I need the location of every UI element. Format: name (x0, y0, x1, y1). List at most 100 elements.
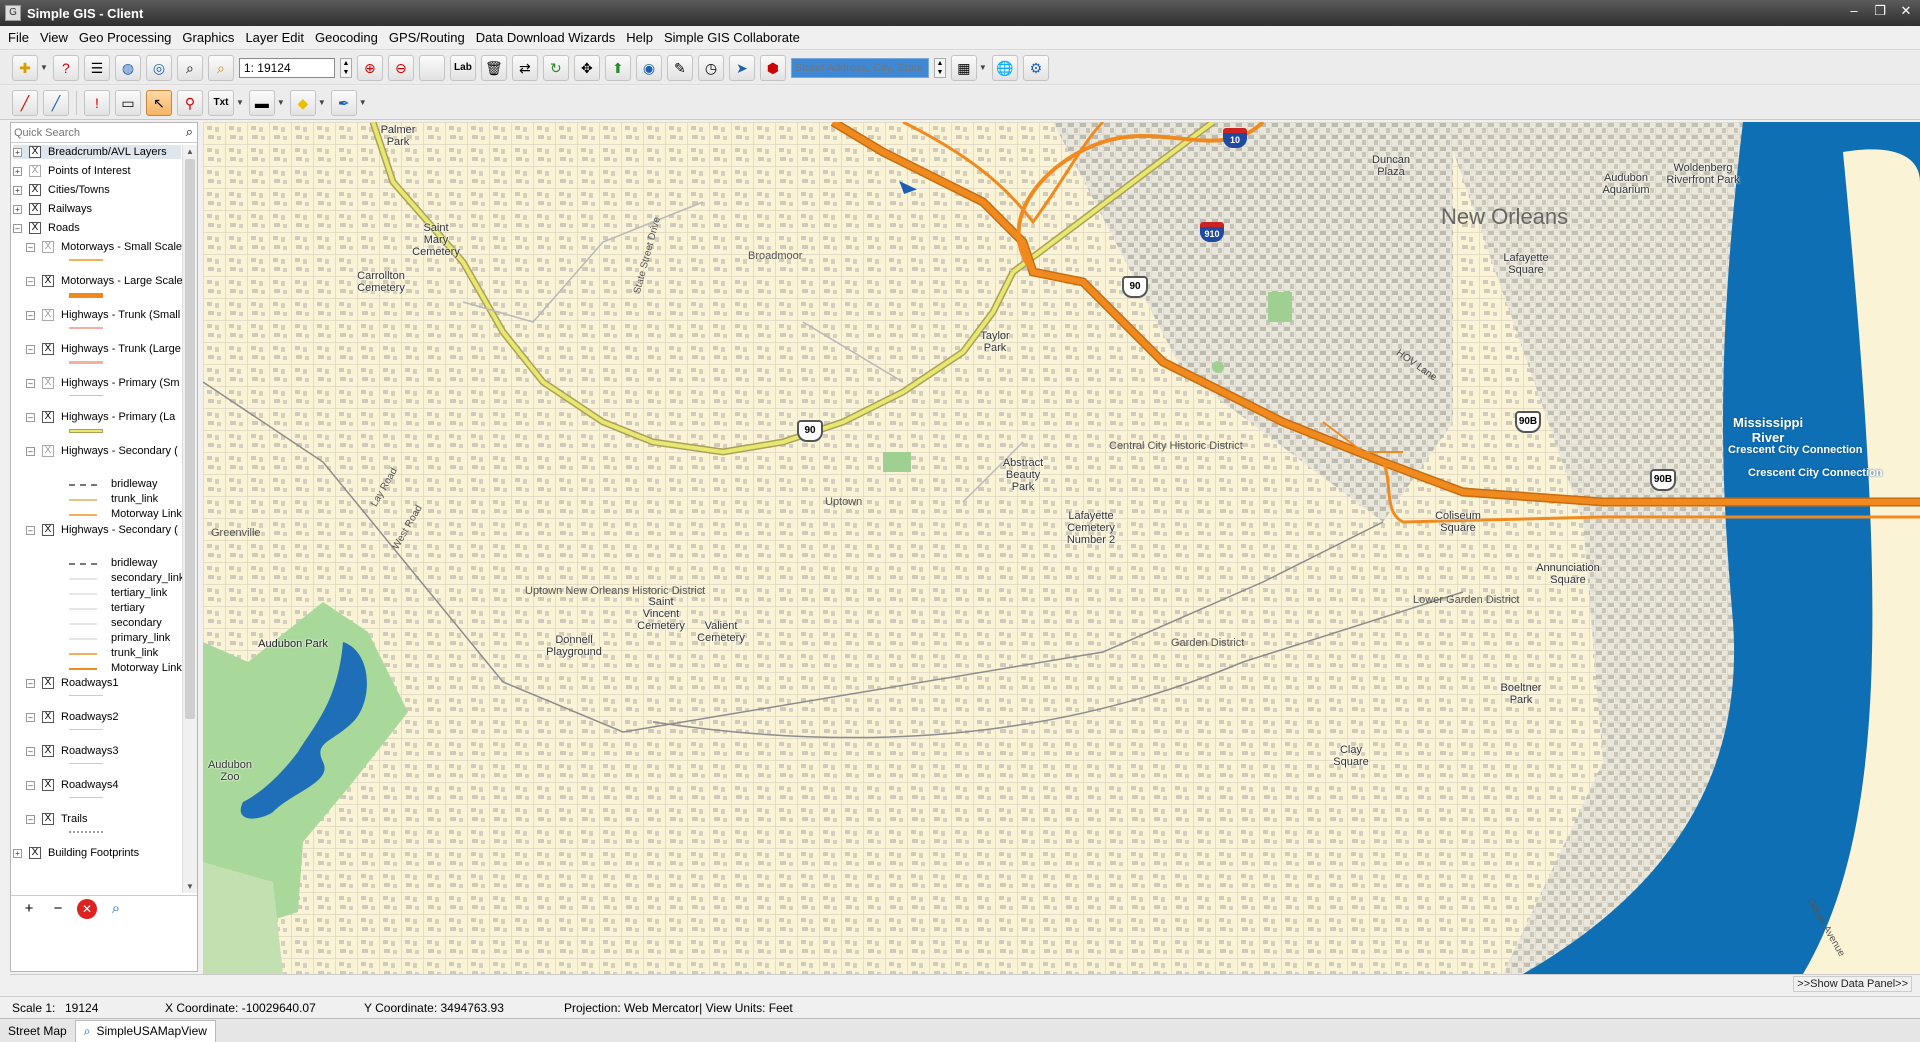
dropdown-icon[interactable]: ▼ (277, 98, 285, 107)
layer-item[interactable]: – X Highways - Secondary ( (26, 444, 178, 458)
layer-item[interactable]: – X Roadways3 (26, 744, 118, 758)
search-icon[interactable]: ⌕ (186, 124, 193, 140)
restore-icon[interactable]: ❐ (1872, 3, 1888, 19)
draw-line-icon[interactable]: ╱ (12, 89, 38, 116)
scroll-thumb[interactable] (185, 159, 195, 719)
add-layer-icon[interactable]: ✚ (12, 54, 38, 81)
expand-icon[interactable]: + (13, 147, 22, 157)
layer-checkbox[interactable]: X (29, 165, 41, 177)
collapse-icon[interactable]: – (26, 344, 35, 354)
zoom-in-icon[interactable]: ⊕ (356, 54, 383, 81)
layer-checkbox[interactable]: X (42, 677, 54, 689)
properties-icon[interactable]: ⌕ (106, 899, 126, 919)
collapse-icon[interactable]: – (26, 746, 35, 756)
grid-icon[interactable]: ▦ (950, 54, 977, 81)
layer-checkbox[interactable]: X (42, 813, 54, 825)
layer-item[interactable]: – X Highways - Trunk (Large (26, 342, 181, 356)
table-icon[interactable]: ☰ (83, 54, 110, 81)
layer-item[interactable]: – X Roadways1 (26, 676, 118, 690)
expand-icon[interactable]: + (13, 204, 22, 214)
dropdown-icon[interactable]: ▼ (40, 63, 48, 72)
menu-view[interactable]: View (40, 30, 68, 45)
zoom-icon[interactable]: ⌕ (176, 54, 203, 81)
layer-item[interactable]: + X Building Footprints (13, 846, 139, 860)
geocode-icon[interactable]: ⬢ (759, 54, 786, 81)
label-icon[interactable]: Lab (449, 54, 476, 81)
collapse-icon[interactable]: – (26, 412, 35, 422)
tab-street-map[interactable]: Street Map (0, 1020, 75, 1042)
pen-icon[interactable]: ✒ (330, 89, 357, 116)
menu-geocoding[interactable]: Geocoding (315, 30, 378, 45)
menu-help[interactable]: Help (626, 30, 653, 45)
layer-item[interactable]: – X Trails (26, 812, 87, 826)
layer-checkbox[interactable]: X (42, 411, 54, 423)
layer-item[interactable]: – X Roadways2 (26, 710, 118, 724)
layer-item[interactable]: – X Roads (13, 221, 80, 235)
dropdown-icon[interactable]: ▼ (236, 98, 244, 107)
scroll-down-icon[interactable]: ▼ (186, 882, 194, 891)
layer-item[interactable]: + X Railways (13, 202, 92, 216)
collapse-icon[interactable]: – (26, 310, 35, 320)
layer-checkbox[interactable]: X (42, 309, 54, 321)
layer-item[interactable]: – X Motorways - Large Scale (26, 274, 183, 288)
scale-input[interactable] (238, 57, 335, 78)
menu-geo-processing[interactable]: Geo Processing (79, 30, 172, 45)
tab-simple-usa-map-view[interactable]: ⌕ SimpleUSAMapView (74, 1019, 216, 1042)
layer-item[interactable]: – X Highways - Trunk (Small (26, 308, 180, 322)
layer-item[interactable]: – X Motorways - Small Scale (26, 240, 182, 254)
scale-spinner[interactable]: ▲ ▼ (339, 57, 352, 78)
collapse-icon[interactable]: – (26, 712, 35, 722)
layer-checkbox[interactable]: X (42, 275, 54, 287)
menu-graphics[interactable]: Graphics (182, 30, 234, 45)
globe-icon[interactable]: ◎ (145, 54, 172, 81)
edit-line-icon[interactable]: ╱ (43, 89, 69, 116)
layer-checkbox[interactable]: X (42, 377, 54, 389)
pan-icon[interactable]: ✥ (573, 54, 600, 81)
fill-color-icon[interactable]: ◆ (289, 89, 316, 116)
expand-icon[interactable]: + (13, 185, 22, 195)
line-style-icon[interactable]: ▬ (248, 89, 275, 116)
layer-checkbox[interactable]: X (29, 184, 41, 196)
layer-scrollbar[interactable]: ▲ ▼ (182, 145, 197, 893)
layer-checkbox[interactable]: X (29, 222, 41, 234)
dropdown-icon[interactable]: ▼ (318, 98, 326, 107)
delete-icon[interactable]: 🗑 (480, 54, 507, 81)
address-input[interactable] (790, 57, 929, 78)
map-globe-icon[interactable]: 🌐 (991, 54, 1018, 81)
dropdown-icon[interactable]: ▼ (979, 63, 987, 72)
close-icon[interactable]: ✕ (1898, 3, 1914, 19)
minimize-icon[interactable]: – (1846, 3, 1862, 19)
layer-item[interactable]: – X Highways - Primary (La (26, 410, 175, 424)
zoom-out-icon[interactable]: ⊖ (387, 54, 414, 81)
map-view[interactable]: New Orleans Mississippi River Crescent C… (203, 122, 1920, 974)
layer-item[interactable]: + X Breadcrumb/AVL Layers (13, 145, 181, 159)
expand-icon[interactable]: + (13, 166, 22, 176)
clock-icon[interactable]: ◷ (697, 54, 724, 81)
delete-layer-icon[interactable]: ✕ (77, 898, 97, 919)
measure-icon[interactable]: ✎ (666, 54, 693, 81)
menu-collaborate[interactable]: Simple GIS Collaborate (664, 30, 800, 45)
blank-tool-icon[interactable] (418, 54, 445, 81)
collapse-icon[interactable]: – (26, 814, 35, 824)
pointer-icon[interactable]: ↖ (146, 89, 172, 116)
layer-item[interactable]: – X Roadways4 (26, 778, 118, 792)
settings-icon[interactable]: ⚙ (1022, 54, 1049, 81)
layer-checkbox[interactable]: X (29, 203, 41, 215)
layer-item[interactable]: + X Points of Interest (13, 164, 131, 178)
layer-checkbox[interactable]: X (42, 779, 54, 791)
identify-icon[interactable]: ◍ (114, 54, 141, 81)
route-icon[interactable]: ➤ (728, 54, 755, 81)
collapse-icon[interactable]: – (26, 446, 35, 456)
layer-item[interactable]: + X Cities/Towns (13, 183, 110, 197)
collapse-icon[interactable]: – (26, 242, 35, 252)
select-box-icon[interactable]: ▭ (115, 89, 141, 116)
menu-data-download[interactable]: Data Download Wizards (476, 30, 615, 45)
help-icon[interactable]: ? (52, 54, 79, 81)
layer-checkbox[interactable]: X (29, 847, 41, 859)
info-icon[interactable]: ! (84, 89, 110, 116)
collapse-icon[interactable]: – (13, 223, 22, 233)
menu-gps-routing[interactable]: GPS/Routing (389, 30, 465, 45)
menu-layer-edit[interactable]: Layer Edit (245, 30, 304, 45)
layer-checkbox[interactable]: X (42, 711, 54, 723)
dropdown-icon[interactable]: ▼ (359, 98, 367, 107)
